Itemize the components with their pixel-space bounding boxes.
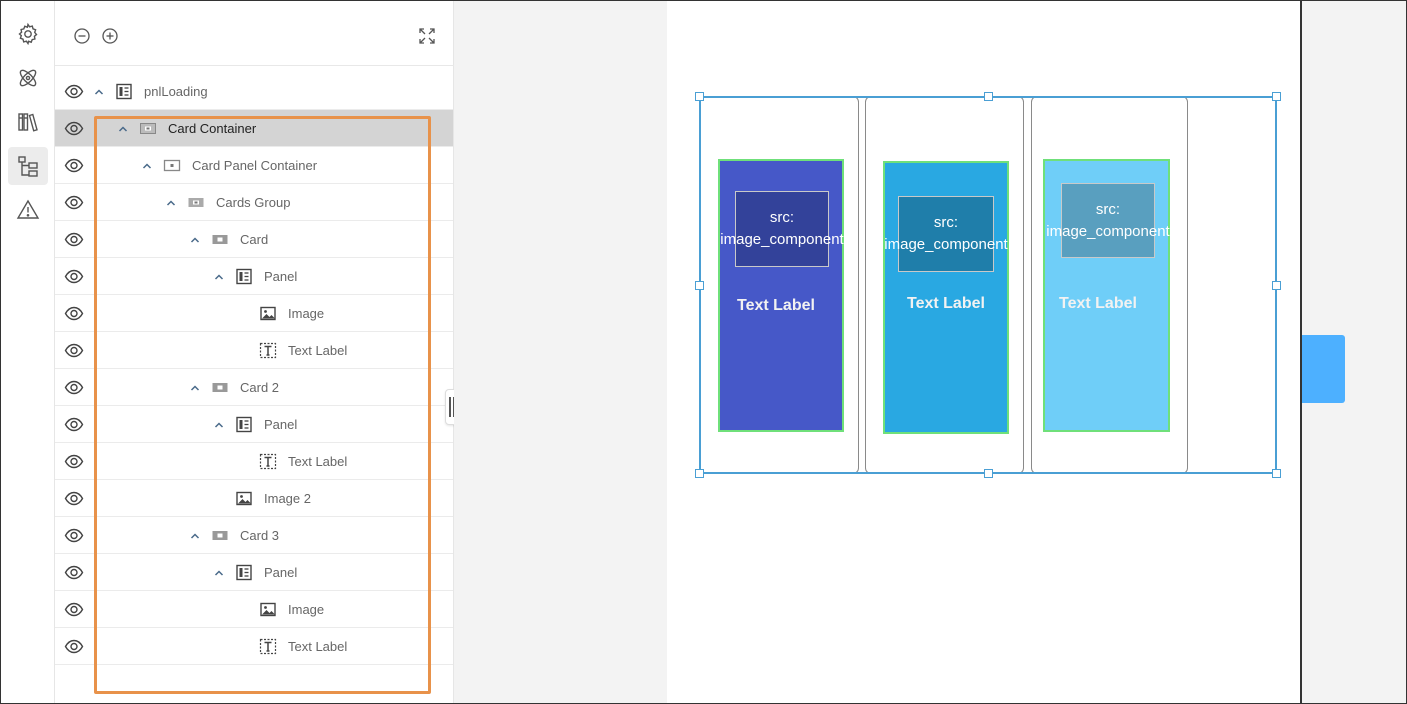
selection-box[interactable] bbox=[699, 96, 1277, 474]
tree-row-label: Panel bbox=[264, 269, 298, 284]
text-label-icon bbox=[259, 638, 277, 655]
plus-circle-icon[interactable] bbox=[101, 27, 119, 45]
tree-row[interactable]: Card 2 bbox=[55, 369, 453, 406]
visibility-eye-icon[interactable] bbox=[64, 638, 84, 655]
resize-handle[interactable] bbox=[984, 92, 993, 101]
chevron-up-icon[interactable] bbox=[213, 270, 225, 282]
warning-triangle-icon[interactable] bbox=[8, 191, 48, 229]
icon-rail bbox=[1, 1, 55, 703]
panel-icon bbox=[115, 83, 133, 100]
atom-icon[interactable] bbox=[8, 59, 48, 97]
card-icon bbox=[211, 231, 229, 248]
side-panel-tab[interactable] bbox=[1302, 335, 1345, 403]
resize-handle[interactable] bbox=[984, 469, 993, 478]
chevron-up-icon[interactable] bbox=[189, 381, 201, 393]
tree-row-label: Text Label bbox=[288, 343, 348, 358]
visibility-eye-icon[interactable] bbox=[64, 268, 84, 285]
image-icon bbox=[259, 601, 277, 618]
visibility-eye-icon[interactable] bbox=[64, 83, 84, 100]
resize-handle[interactable] bbox=[695, 281, 704, 290]
tree-row[interactable]: Panel bbox=[55, 258, 453, 295]
visibility-eye-icon[interactable] bbox=[64, 231, 84, 248]
tree-row-label: Panel bbox=[264, 565, 298, 580]
visibility-eye-icon[interactable] bbox=[64, 157, 84, 174]
tree-row-label: Image bbox=[288, 306, 325, 321]
tree-row-label: Image 2 bbox=[264, 491, 311, 506]
tree-row-label: Card 3 bbox=[240, 528, 280, 543]
panel-icon bbox=[235, 416, 253, 433]
tree-row[interactable]: Image 2 bbox=[55, 480, 453, 517]
tree-row-label: Card 2 bbox=[240, 380, 280, 395]
resize-handle[interactable] bbox=[1272, 281, 1281, 290]
expand-arrows-icon[interactable] bbox=[418, 27, 436, 45]
tree-row[interactable]: Text Label bbox=[55, 332, 453, 369]
card-icon bbox=[211, 527, 229, 544]
image-icon bbox=[235, 490, 253, 507]
tree-row[interactable]: Image bbox=[55, 295, 453, 332]
image-icon bbox=[259, 305, 277, 322]
minus-circle-icon[interactable] bbox=[73, 27, 91, 45]
visibility-eye-icon[interactable] bbox=[64, 379, 84, 396]
tree-row[interactable]: Image bbox=[55, 591, 453, 628]
tree-row-label: Image bbox=[288, 602, 325, 617]
visibility-eye-icon[interactable] bbox=[64, 601, 84, 618]
visibility-eye-icon[interactable] bbox=[64, 120, 84, 137]
tree-toolbar bbox=[55, 1, 454, 66]
settings-gear-icon[interactable] bbox=[8, 15, 48, 53]
visibility-eye-icon[interactable] bbox=[64, 305, 84, 322]
layer-tree-panel: pnlLoading Card Container Card Panel Conta… bbox=[55, 1, 454, 703]
chevron-up-icon[interactable] bbox=[165, 196, 177, 208]
chevron-up-icon[interactable] bbox=[93, 85, 105, 97]
tree-row-label: Card bbox=[240, 232, 269, 247]
tree-row[interactable]: Card Panel Container bbox=[55, 147, 453, 184]
tree-row[interactable]: Card Container bbox=[55, 110, 453, 147]
panel-icon bbox=[235, 564, 253, 581]
resize-handle[interactable] bbox=[695, 469, 704, 478]
tree-row-label: Card Container bbox=[168, 121, 257, 136]
tree-row-label: Card Panel Container bbox=[192, 158, 318, 173]
tree-row-label: Text Label bbox=[288, 454, 348, 469]
app-window: pnlLoading Card Container Card Panel Conta… bbox=[0, 0, 1407, 704]
panel-icon bbox=[235, 268, 253, 285]
tree-row-label: pnlLoading bbox=[144, 84, 208, 99]
text-label-icon bbox=[259, 342, 277, 359]
visibility-eye-icon[interactable] bbox=[64, 453, 84, 470]
resize-handle[interactable] bbox=[1272, 92, 1281, 101]
visibility-eye-icon[interactable] bbox=[64, 564, 84, 581]
visibility-eye-icon[interactable] bbox=[64, 342, 84, 359]
resize-handle[interactable] bbox=[1272, 469, 1281, 478]
layers-tree-icon[interactable] bbox=[8, 147, 48, 185]
chevron-up-icon[interactable] bbox=[213, 418, 225, 430]
chevron-up-icon[interactable] bbox=[213, 566, 225, 578]
tree-row-label: Text Label bbox=[288, 639, 348, 654]
tree-row[interactable]: Cards Group bbox=[55, 184, 453, 221]
resize-handle[interactable] bbox=[695, 92, 704, 101]
container-outline-icon bbox=[163, 157, 181, 174]
tree-row[interactable]: Card bbox=[55, 221, 453, 258]
visibility-eye-icon[interactable] bbox=[64, 194, 84, 211]
visibility-eye-icon[interactable] bbox=[64, 527, 84, 544]
chevron-up-icon[interactable] bbox=[141, 159, 153, 171]
visibility-eye-icon[interactable] bbox=[64, 416, 84, 433]
container-icon bbox=[139, 120, 157, 137]
tree-row-label: Panel bbox=[264, 417, 298, 432]
group-icon bbox=[187, 194, 205, 211]
tree-row[interactable]: Card 3 bbox=[55, 517, 453, 554]
card-icon bbox=[211, 379, 229, 396]
tree-row[interactable]: Text Label bbox=[55, 628, 453, 665]
chevron-up-icon[interactable] bbox=[117, 122, 129, 134]
visibility-eye-icon[interactable] bbox=[64, 490, 84, 507]
tree-row-label: Cards Group bbox=[216, 195, 291, 210]
text-label-icon bbox=[259, 453, 277, 470]
tree-row[interactable]: Text Label bbox=[55, 443, 453, 480]
canvas-gutter bbox=[454, 1, 667, 703]
tree-row[interactable]: Panel bbox=[55, 406, 453, 443]
chevron-up-icon[interactable] bbox=[189, 233, 201, 245]
tree-row[interactable]: pnlLoading bbox=[55, 73, 453, 110]
library-books-icon[interactable] bbox=[8, 103, 48, 141]
tree-row[interactable]: Panel bbox=[55, 554, 453, 591]
chevron-up-icon[interactable] bbox=[189, 529, 201, 541]
